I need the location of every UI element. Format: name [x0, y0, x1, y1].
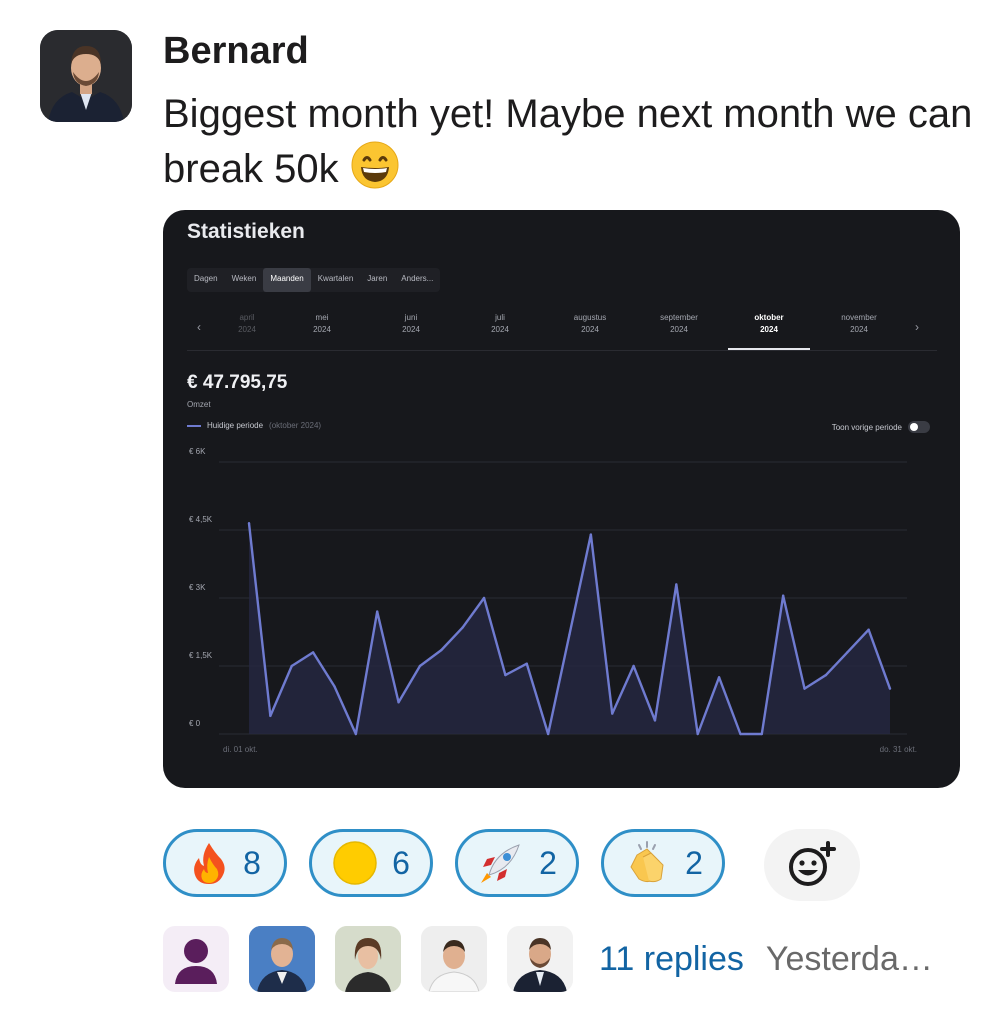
data-point-day-24	[739, 732, 742, 736]
reaction-count: 2	[685, 844, 703, 881]
tab-maanden[interactable]: Maanden	[263, 268, 311, 292]
month-november[interactable]: november 2024	[819, 312, 899, 336]
last-reply-timestamp: Yesterda…	[765, 939, 933, 978]
data-point-day-31	[888, 687, 892, 690]
revenue-label: Omzet	[187, 400, 211, 409]
reaction-count: 8	[243, 844, 261, 881]
add-reaction-button[interactable]	[764, 829, 860, 901]
month-september[interactable]: september 2024	[639, 312, 719, 336]
data-point-day-8	[397, 701, 400, 704]
y-tick-label: € 4,5K	[189, 515, 213, 524]
month-mei[interactable]: mei 2024	[282, 312, 362, 336]
y-tick-label: € 1,5K	[189, 651, 213, 660]
data-point-day-27	[803, 687, 806, 690]
data-point-day-4	[311, 651, 315, 654]
tab-anders[interactable]: Anders...	[394, 268, 440, 292]
tab-dagen[interactable]: Dagen	[187, 268, 225, 292]
tab-weken[interactable]: Weken	[225, 268, 264, 292]
attached-screenshot[interactable]: Statistieken Dagen Weken Maanden Kwartal…	[163, 210, 960, 788]
fire-icon	[194, 843, 225, 884]
reaction-count: 2	[539, 844, 557, 881]
tab-kwartalen[interactable]: Kwartalen	[311, 268, 361, 292]
data-point-day-7	[376, 610, 379, 613]
data-point-day-28	[824, 673, 828, 677]
reaction-clapping-hands[interactable]: 2	[601, 829, 725, 897]
author-avatar[interactable]	[40, 30, 132, 122]
reaction-count: 6	[392, 844, 410, 881]
data-point-day-10	[440, 648, 443, 652]
clapping-hands-icon	[630, 841, 664, 883]
month-april[interactable]: april 2024	[207, 312, 287, 336]
x-end-label: do. 31 okt.	[880, 745, 917, 754]
revenue-chart: € 6K € 4,5K € 3K € 1,5K € 0 di. 01 okt. do. 31…	[189, 447, 917, 754]
month-oktober[interactable]: oktober 2024	[728, 312, 810, 350]
reply-avatar-2	[249, 926, 315, 992]
data-point-day-20	[653, 719, 657, 722]
legend-label: Huidige periode	[207, 421, 264, 430]
legend-swatch	[187, 424, 201, 427]
data-point-day-13	[504, 673, 507, 677]
reply-avatar-3	[335, 926, 401, 992]
data-point-day-1	[247, 522, 251, 525]
data-point-day-9	[418, 664, 422, 668]
data-point-day-23	[717, 676, 721, 679]
month-juni[interactable]: juni 2024	[371, 312, 451, 336]
reply-avatar-default	[163, 926, 229, 992]
data-point-day-3	[290, 664, 293, 668]
user-icon	[175, 939, 217, 984]
reaction-yellow-circle[interactable]: 6	[309, 829, 433, 897]
previous-period-toggle-group: Toon vorige periode	[832, 421, 930, 433]
data-point-day-18	[611, 712, 614, 715]
yellow-circle-icon	[333, 841, 377, 885]
y-tick-label: € 3K	[189, 583, 206, 592]
data-point-day-25	[760, 732, 763, 736]
grinning-face-emoji-icon	[350, 140, 400, 203]
stats-title: Statistieken	[187, 220, 305, 243]
reaction-rocket[interactable]: 2	[455, 829, 579, 897]
y-tick-label: € 0	[189, 719, 201, 728]
x-start-label: di. 01 okt.	[223, 745, 258, 754]
reaction-bar: 8 6 2 2	[163, 829, 725, 897]
month-juli[interactable]: juli 2024	[460, 312, 540, 336]
data-point-day-29	[846, 651, 849, 654]
data-point-day-21	[675, 583, 678, 586]
reaction-fire[interactable]: 8	[163, 829, 287, 897]
prev-month-arrow-icon[interactable]: ‹	[197, 320, 201, 334]
y-tick-label: € 6K	[189, 447, 206, 456]
data-point-day-11	[461, 626, 464, 629]
chart-legend: Huidige periode (oktober 2024)	[187, 421, 321, 430]
toggle-label: Toon vorige periode	[831, 422, 902, 432]
message-text: Biggest month yet! Maybe next month we c…	[163, 88, 973, 203]
thread-summary[interactable]: 11 replies Yesterda…	[163, 926, 933, 992]
revenue-total: € 47.795,75	[187, 372, 288, 393]
add-emoji-icon	[789, 841, 836, 886]
rocket-icon	[481, 844, 520, 883]
data-point-day-2	[269, 714, 272, 718]
reply-avatar-4	[421, 926, 487, 992]
data-point-day-17	[589, 533, 593, 536]
replies-link[interactable]: 11 replies	[599, 940, 744, 979]
legend-period: (oktober 2024)	[269, 421, 322, 430]
data-point-day-15	[546, 732, 550, 736]
data-point-day-6	[354, 732, 358, 736]
month-selector: ‹ april 2024 mei 2024 juni 2024 juli 2024 au…	[187, 308, 937, 351]
data-point-day-14	[525, 662, 528, 665]
month-augustus[interactable]: augustus 2024	[550, 312, 630, 336]
data-point-day-22	[696, 732, 699, 736]
period-tabs: Dagen Weken Maanden Kwartalen Jaren Ande…	[187, 268, 441, 292]
previous-period-toggle[interactable]	[908, 421, 930, 433]
data-point-day-16	[568, 633, 571, 636]
data-point-day-26	[781, 594, 785, 597]
data-point-day-30	[867, 628, 870, 631]
next-month-arrow-icon[interactable]: ›	[915, 320, 919, 334]
reply-avatar-5	[507, 926, 573, 992]
author-name[interactable]: Bernard	[163, 30, 309, 73]
tab-jaren[interactable]: Jaren	[360, 268, 394, 292]
message-body: Biggest month yet! Maybe next month we c…	[163, 92, 973, 192]
data-point-day-19	[632, 664, 635, 668]
data-point-day-5	[333, 685, 336, 688]
data-point-day-12	[482, 596, 486, 600]
